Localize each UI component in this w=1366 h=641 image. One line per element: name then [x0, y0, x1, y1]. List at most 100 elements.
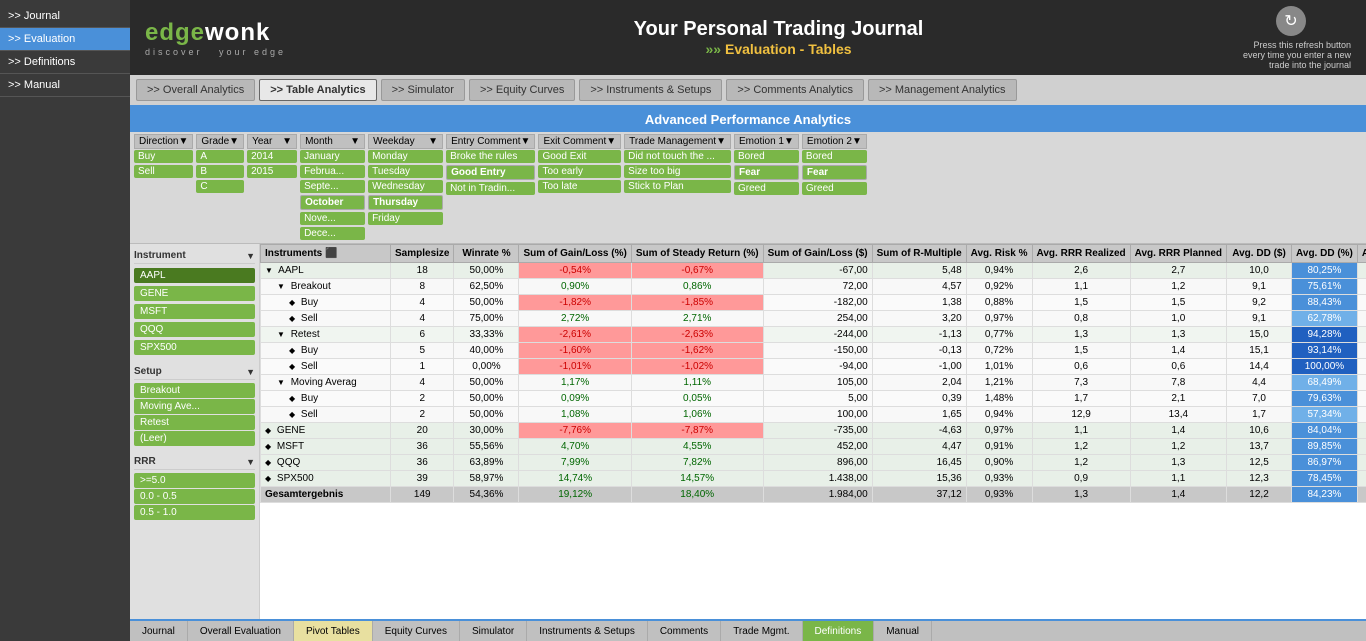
filter-direction-buy[interactable]: Buy — [134, 150, 193, 163]
cell-r-multiple: 15,36 — [872, 471, 966, 487]
filter-direction-header[interactable]: Direction▼ — [134, 134, 193, 149]
filter-emotion2-header[interactable]: Emotion 2▼ — [802, 134, 867, 149]
rrr-0-5-1[interactable]: 0.5 - 1.0 — [134, 505, 255, 520]
cell-r-multiple: 37,12 — [872, 487, 966, 503]
expander-icon[interactable]: ▼ — [277, 282, 285, 291]
setup-retest[interactable]: Retest — [134, 415, 255, 430]
bottom-tab-instruments-setups[interactable]: Instruments & Setups — [527, 621, 648, 641]
rrr-ge5[interactable]: >=5.0 — [134, 473, 255, 488]
filter-weekday-friday[interactable]: Friday — [368, 212, 443, 225]
bottom-tab-definitions[interactable]: Definitions — [803, 621, 875, 641]
tab-instruments-setups[interactable]: >> Instruments & Setups — [579, 79, 722, 101]
filter-month-december[interactable]: Dece... — [300, 227, 365, 240]
refresh-button[interactable]: ↻ — [1276, 6, 1306, 36]
sidebar-item-evaluation[interactable]: >> Evaluation — [0, 28, 130, 51]
sidebar-item-manual[interactable]: >> Manual — [0, 74, 130, 97]
filter-emotion1-bored[interactable]: Bored — [734, 150, 799, 163]
expander-icon[interactable]: ◆ — [265, 458, 271, 467]
filter-grade-b[interactable]: B — [196, 165, 244, 178]
cell-avg-dd-dollar: 7,0 — [1227, 391, 1292, 407]
expander-icon[interactable]: ◆ — [289, 410, 295, 419]
expander-icon[interactable]: ▼ — [265, 266, 273, 275]
filter-exit-header[interactable]: Exit Comment▼ — [538, 134, 621, 149]
expander-icon[interactable]: ◆ — [265, 426, 271, 435]
filter-grade-a[interactable]: A — [196, 150, 244, 163]
sidebar-item-definitions[interactable]: >> Definitions — [0, 51, 130, 74]
tab-simulator[interactable]: >> Simulator — [381, 79, 465, 101]
bottom-tab-simulator[interactable]: Simulator — [460, 621, 527, 641]
filter-exit-too-late[interactable]: Too late — [538, 180, 621, 193]
filter-trade-mgmt-did-not-touch[interactable]: Did not touch the ... — [624, 150, 731, 163]
filter-entry-header[interactable]: Entry Comment▼ — [446, 134, 535, 149]
filter-grade-header[interactable]: Grade▼ — [196, 134, 244, 149]
expander-icon[interactable]: ◆ — [289, 314, 295, 323]
filter-entry-broke-rules[interactable]: Broke the rules — [446, 150, 535, 163]
filter-trade-mgmt-header[interactable]: Trade Management▼ — [624, 134, 731, 149]
cell-avg-dd-dollar: 12,3 — [1227, 471, 1292, 487]
expander-icon[interactable]: ◆ — [289, 394, 295, 403]
expander-icon[interactable]: ◆ — [289, 298, 295, 307]
cell-rrr-planned: 2,7 — [1130, 263, 1226, 279]
filter-exit-good[interactable]: Good Exit — [538, 150, 621, 163]
filter-weekday-wednesday[interactable]: Wednesday — [368, 180, 443, 193]
expander-icon[interactable]: ◆ — [265, 474, 271, 483]
filter-exit-too-early[interactable]: Too early — [538, 165, 621, 178]
filter-emotion2-greed[interactable]: Greed — [802, 182, 867, 195]
filter-direction-sell[interactable]: Sell — [134, 165, 193, 178]
bottom-tab-manual[interactable]: Manual — [874, 621, 932, 641]
expander-icon[interactable]: ◆ — [289, 362, 295, 371]
cell-instrument: ▼ AAPL — [261, 263, 391, 279]
filter-month-february[interactable]: Februa... — [300, 165, 365, 178]
filter-month-september[interactable]: Septe... — [300, 180, 365, 193]
filter-month-november[interactable]: Nove... — [300, 212, 365, 225]
setup-leer[interactable]: (Leer) — [134, 431, 255, 446]
filter-weekday-monday[interactable]: Monday — [368, 150, 443, 163]
filter-weekday-header[interactable]: Weekday▼ — [368, 134, 443, 149]
filter-year-2014[interactable]: 2014 — [247, 150, 297, 163]
filter-grade-c[interactable]: C — [196, 180, 244, 193]
instrument-msft[interactable]: MSFT — [134, 304, 255, 319]
expander-icon[interactable]: ◆ — [289, 346, 295, 355]
bottom-tab-trade-mgmt[interactable]: Trade Mgmt. — [721, 621, 802, 641]
bottom-tab-comments[interactable]: Comments — [648, 621, 721, 641]
tab-equity-curves[interactable]: >> Equity Curves — [469, 79, 575, 101]
cell-instrument: ◆ Buy — [261, 343, 391, 359]
filter-emotion2-bored[interactable]: Bored — [802, 150, 867, 163]
filter-month-january[interactable]: January — [300, 150, 365, 163]
bottom-tab-overall-evaluation[interactable]: Overall Evaluation — [188, 621, 294, 641]
cell-rrr-realized: 12,9 — [1032, 407, 1130, 423]
instrument-spx500[interactable]: SPX500 — [134, 340, 255, 355]
bottom-tab-journal[interactable]: Journal — [130, 621, 188, 641]
expander-icon[interactable]: ◆ — [265, 442, 271, 451]
filter-trade-mgmt-stick[interactable]: Stick to Plan — [624, 180, 731, 193]
filter-month-october[interactable]: October — [300, 195, 365, 210]
filter-trade-mgmt-size-too-big[interactable]: Size too big — [624, 165, 731, 178]
filter-entry-good-entry[interactable]: Good Entry — [446, 165, 535, 180]
setup-breakout[interactable]: Breakout — [134, 383, 255, 398]
filter-entry-not-in-trading[interactable]: Not in Tradin... — [446, 182, 535, 195]
filter-emotion1-fear[interactable]: Fear — [734, 165, 799, 180]
tab-overall-analytics[interactable]: >> Overall Analytics — [136, 79, 255, 101]
rrr-0-0-5[interactable]: 0.0 - 0.5 — [134, 489, 255, 504]
cell-steady-return: 1,11% — [631, 375, 763, 391]
tab-table-analytics[interactable]: >> Table Analytics — [259, 79, 376, 101]
instrument-aapl[interactable]: AAPL — [134, 268, 255, 283]
expander-icon[interactable]: ▼ — [277, 378, 285, 387]
sidebar-item-journal[interactable]: >> Journal — [0, 5, 130, 28]
filter-year-header[interactable]: Year▼ — [247, 134, 297, 149]
filter-emotion1-header[interactable]: Emotion 1▼ — [734, 134, 799, 149]
filter-weekday-tuesday[interactable]: Tuesday — [368, 165, 443, 178]
tab-management-analytics[interactable]: >> Management Analytics — [868, 79, 1017, 101]
filter-year-2015[interactable]: 2015 — [247, 165, 297, 178]
instrument-qqq[interactable]: QQQ — [134, 322, 255, 337]
bottom-tab-pivot-tables[interactable]: Pivot Tables — [294, 621, 373, 641]
filter-month-header[interactable]: Month▼ — [300, 134, 365, 149]
filter-weekday-thursday[interactable]: Thursday — [368, 195, 443, 210]
filter-emotion2-fear[interactable]: Fear — [802, 165, 867, 180]
tab-comments-analytics[interactable]: >> Comments Analytics — [726, 79, 864, 101]
bottom-tab-equity-curves[interactable]: Equity Curves — [373, 621, 460, 641]
instrument-gene[interactable]: GENE — [134, 286, 255, 301]
expander-icon[interactable]: ▼ — [277, 330, 285, 339]
filter-emotion1-greed[interactable]: Greed — [734, 182, 799, 195]
setup-moving-ave[interactable]: Moving Ave... — [134, 399, 255, 414]
